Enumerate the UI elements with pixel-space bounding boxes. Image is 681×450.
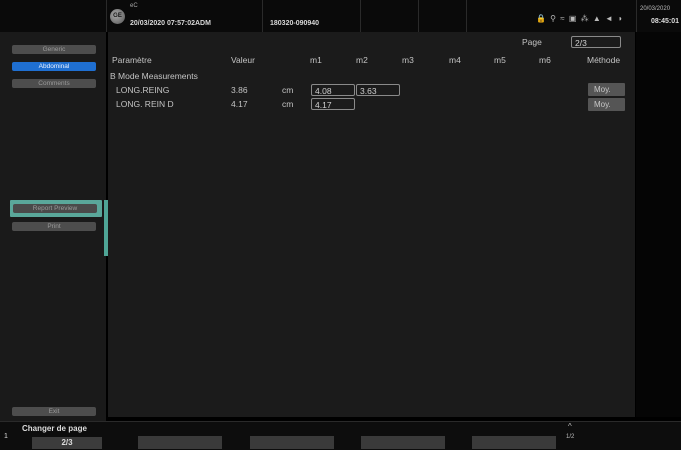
row1-value: 3.86	[231, 85, 248, 95]
softkey-4[interactable]	[361, 436, 445, 449]
header-parametre: Paramètre	[112, 55, 152, 65]
softkey-5[interactable]	[472, 436, 556, 449]
changer-de-page-value[interactable]: 2/3	[32, 437, 102, 449]
row1-unit: cm	[282, 85, 294, 95]
divider	[418, 0, 419, 32]
row2-unit: cm	[282, 99, 294, 109]
report-preview-highlight: Report Preview	[10, 200, 102, 217]
chevron-up-icon[interactable]: ^	[568, 422, 572, 431]
header-m1: m1	[310, 55, 322, 65]
abdominal-button[interactable]: Abdominal	[12, 62, 96, 71]
divider	[360, 0, 361, 32]
softkey-page-indicator: 1/2	[566, 434, 575, 440]
clock-time: 08:45:01	[651, 18, 680, 25]
divider	[636, 0, 637, 32]
print-button[interactable]: Print	[12, 222, 96, 231]
row1-param: LONG.REING	[116, 85, 170, 95]
row2-m1-field[interactable]: 4.17	[311, 98, 355, 110]
report-preview-button[interactable]: Report Preview	[13, 204, 97, 213]
softkey-3[interactable]	[250, 436, 334, 449]
header-valeur: Valeur	[231, 55, 255, 65]
patient-id: 180320-090940	[270, 20, 320, 27]
generic-button[interactable]: Generic	[12, 45, 96, 54]
header-m2: m2	[356, 55, 368, 65]
row1-m1-field[interactable]: 4.08	[311, 84, 355, 96]
row1-m2-field[interactable]: 3.63	[356, 84, 400, 96]
probe-name: eC	[130, 3, 138, 9]
header-m3: m3	[402, 55, 414, 65]
exam-datetime: 20/03/2020 07:57:02ADM	[130, 20, 211, 27]
clock-date: 20/03/2020	[640, 6, 671, 12]
page-field[interactable]: 2/3	[571, 36, 621, 48]
divider	[466, 0, 467, 32]
status-icons: 🔒 ⚲ ≈ ▣ ⁂ ▲ ◄ ◑	[536, 14, 623, 23]
softkey-index: 1	[4, 433, 8, 440]
changer-de-page-label: Changer de page	[22, 424, 87, 433]
header-m4: m4	[449, 55, 461, 65]
bottom-bar	[0, 421, 681, 450]
page-label: Page	[522, 37, 542, 47]
header-m5: m5	[494, 55, 506, 65]
softkey-2[interactable]	[138, 436, 222, 449]
row1-method-button[interactable]: Moy.	[588, 83, 625, 96]
section-title: B Mode Measurements	[110, 71, 198, 81]
row2-value: 4.17	[231, 99, 248, 109]
right-strip	[636, 32, 681, 417]
row2-method-button[interactable]: Moy.	[588, 98, 625, 111]
header-methode: Méthode	[587, 55, 621, 65]
row2-param: LONG. REIN D	[116, 99, 174, 109]
divider	[262, 0, 263, 32]
comments-button[interactable]: Comments	[12, 79, 96, 88]
divider	[106, 0, 107, 32]
header-m6: m6	[539, 55, 551, 65]
exit-button[interactable]: Exit	[12, 407, 96, 416]
ge-logo-icon: GE	[110, 9, 125, 24]
